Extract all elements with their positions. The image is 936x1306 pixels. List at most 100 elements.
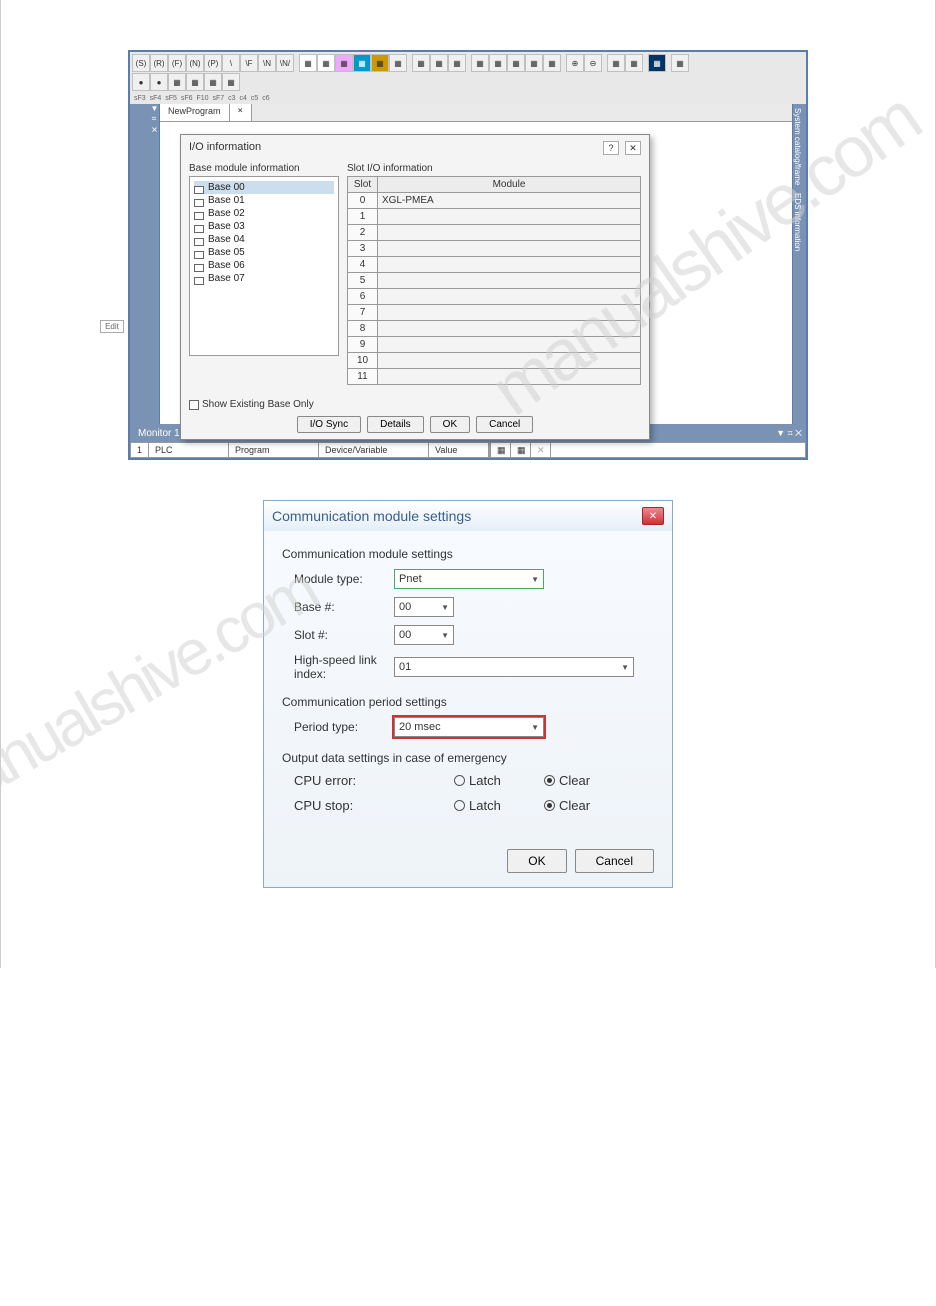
tab-close-icon[interactable]: × bbox=[230, 104, 252, 121]
tree-item[interactable]: Base 03 bbox=[194, 220, 334, 233]
table-row[interactable]: 7 bbox=[348, 305, 641, 321]
col-idx: 1 bbox=[131, 443, 149, 457]
tb-zoom-in-icon[interactable]: ⊕ bbox=[566, 54, 584, 72]
slot-label: Slot #: bbox=[294, 628, 394, 642]
table-row[interactable]: 3 bbox=[348, 241, 641, 257]
tb-icon-10[interactable]: ▦ bbox=[471, 54, 489, 72]
table-row[interactable]: 1 bbox=[348, 209, 641, 225]
tab-newprogram[interactable]: NewProgram bbox=[160, 104, 230, 121]
table-row[interactable]: 0XGL-PMEA bbox=[348, 193, 641, 209]
tb-x2[interactable]: \F bbox=[240, 54, 258, 72]
hsl-value: 01 bbox=[399, 661, 411, 673]
tb-x4[interactable]: \N/ bbox=[276, 54, 294, 72]
ok-button[interactable]: OK bbox=[507, 849, 566, 873]
cpu-error-label: CPU error: bbox=[294, 773, 454, 788]
tb-icon-9[interactable]: ▦ bbox=[448, 54, 466, 72]
table-row[interactable]: 2 bbox=[348, 225, 641, 241]
tb-f[interactable]: (F) bbox=[168, 54, 186, 72]
tree-item[interactable]: Base 04 bbox=[194, 233, 334, 246]
show-existing-checkbox[interactable]: Show Existing Base Only bbox=[189, 399, 314, 410]
right-tab-1[interactable]: System catalog/frame bbox=[793, 104, 802, 189]
tb-p[interactable]: (P) bbox=[204, 54, 222, 72]
tb-icon-14[interactable]: ▦ bbox=[543, 54, 561, 72]
table-row[interactable]: 6 bbox=[348, 289, 641, 305]
table-row[interactable]: 11 bbox=[348, 369, 641, 385]
io-sync-button[interactable]: I/O Sync bbox=[297, 416, 361, 433]
slot-select[interactable]: 00 ▼ bbox=[394, 625, 454, 645]
period-value: 20 msec bbox=[399, 721, 441, 733]
hsl-select[interactable]: 01 ▼ bbox=[394, 657, 634, 677]
close-icon[interactable]: ✕ bbox=[642, 507, 664, 525]
col-plc: PLC bbox=[149, 443, 229, 457]
base-select[interactable]: 00 ▼ bbox=[394, 597, 454, 617]
tb-icon-15[interactable]: ▦ bbox=[607, 54, 625, 72]
tb-n[interactable]: (N) bbox=[186, 54, 204, 72]
tb-icon-4[interactable]: ▦ bbox=[353, 54, 371, 72]
col-device: Device/Variable bbox=[319, 443, 429, 457]
tree-item[interactable]: Base 05 bbox=[194, 246, 334, 259]
hint: c4 bbox=[240, 95, 247, 102]
tb-icon-8[interactable]: ▦ bbox=[430, 54, 448, 72]
tb-s[interactable]: (S) bbox=[132, 54, 150, 72]
radio-icon bbox=[544, 775, 555, 786]
tb-icon-16[interactable]: ▦ bbox=[625, 54, 643, 72]
tree-item[interactable]: Base 07 bbox=[194, 272, 334, 285]
tree-item[interactable]: Base 01 bbox=[194, 194, 334, 207]
table-row[interactable]: 8 bbox=[348, 321, 641, 337]
section-title-2: Communication period settings bbox=[282, 695, 654, 709]
tb-icon-21[interactable]: ▦ bbox=[168, 73, 186, 91]
edit-tab[interactable]: Edit bbox=[100, 320, 124, 333]
tb-icon-5[interactable]: ▦ bbox=[371, 54, 389, 72]
tb-icon-3[interactable]: ▦ bbox=[335, 54, 353, 72]
tb-icon-2[interactable]: ▦ bbox=[317, 54, 335, 72]
cpu-stop-clear[interactable]: Clear bbox=[544, 798, 634, 813]
tb-icon-17[interactable]: ▦ bbox=[648, 54, 666, 72]
tb-icon-13[interactable]: ▦ bbox=[525, 54, 543, 72]
module-type-label: Module type: bbox=[294, 572, 394, 586]
cancel-button[interactable]: Cancel bbox=[575, 849, 654, 873]
tb-icon-11[interactable]: ▦ bbox=[489, 54, 507, 72]
module-type-select[interactable]: Pnet ▼ bbox=[394, 569, 544, 589]
comm-title-bar: Communication module settings ✕ bbox=[264, 501, 672, 531]
table-row[interactable]: 4 bbox=[348, 257, 641, 273]
base-label: Base #: bbox=[294, 600, 394, 614]
hint: sF5 bbox=[165, 95, 177, 102]
table-row[interactable]: 9 bbox=[348, 337, 641, 353]
tb-icon-6[interactable]: ▦ bbox=[389, 54, 407, 72]
panel-controls[interactable]: ▼ ⌗ ✕ bbox=[772, 428, 806, 439]
ok-button[interactable]: OK bbox=[430, 416, 470, 433]
period-select[interactable]: 20 msec ▼ bbox=[394, 717, 544, 737]
tb-icon-1[interactable]: ▦ bbox=[299, 54, 317, 72]
tree-item[interactable]: Base 02 bbox=[194, 207, 334, 220]
tb-r[interactable]: (R) bbox=[150, 54, 168, 72]
cancel-button[interactable]: Cancel bbox=[476, 416, 533, 433]
tb-x3[interactable]: \N bbox=[258, 54, 276, 72]
radio-icon bbox=[454, 800, 465, 811]
tb-icon-18[interactable]: ▦ bbox=[671, 54, 689, 72]
details-button[interactable]: Details bbox=[367, 416, 424, 433]
tb-icon-20[interactable]: ● bbox=[150, 73, 168, 91]
tb-icon-23[interactable]: ▦ bbox=[204, 73, 222, 91]
tree-item[interactable]: Base 00 bbox=[194, 181, 334, 194]
help-icon[interactable]: ? bbox=[603, 141, 619, 155]
tb-x1[interactable]: \ bbox=[222, 54, 240, 72]
cpu-error-clear[interactable]: Clear bbox=[544, 773, 634, 788]
cpu-stop-latch[interactable]: Latch bbox=[454, 798, 544, 813]
base-tree[interactable]: Base 00 Base 01 Base 02 Base 03 Base 04 … bbox=[189, 176, 339, 356]
tb-icon-7[interactable]: ▦ bbox=[412, 54, 430, 72]
tb-icon-22[interactable]: ▦ bbox=[186, 73, 204, 91]
tb-icon-19[interactable]: ● bbox=[132, 73, 150, 91]
table-row[interactable]: 10 bbox=[348, 353, 641, 369]
col-value: Value bbox=[429, 443, 489, 457]
tree-item[interactable]: Base 06 bbox=[194, 259, 334, 272]
close-icon[interactable]: ✕ bbox=[625, 141, 641, 155]
tb-icon-24[interactable]: ▦ bbox=[222, 73, 240, 91]
tb-zoom-out-icon[interactable]: ⊖ bbox=[584, 54, 602, 72]
left-dock-edit: Edit bbox=[100, 314, 130, 344]
cpu-error-latch[interactable]: Latch bbox=[454, 773, 544, 788]
table-row[interactable]: 5 bbox=[348, 273, 641, 289]
right-tab-2[interactable]: EDS information bbox=[793, 189, 802, 255]
dock-controls[interactable]: ▼ ⌗ ✕ bbox=[150, 104, 159, 134]
hint: c6 bbox=[262, 95, 269, 102]
tb-icon-12[interactable]: ▦ bbox=[507, 54, 525, 72]
